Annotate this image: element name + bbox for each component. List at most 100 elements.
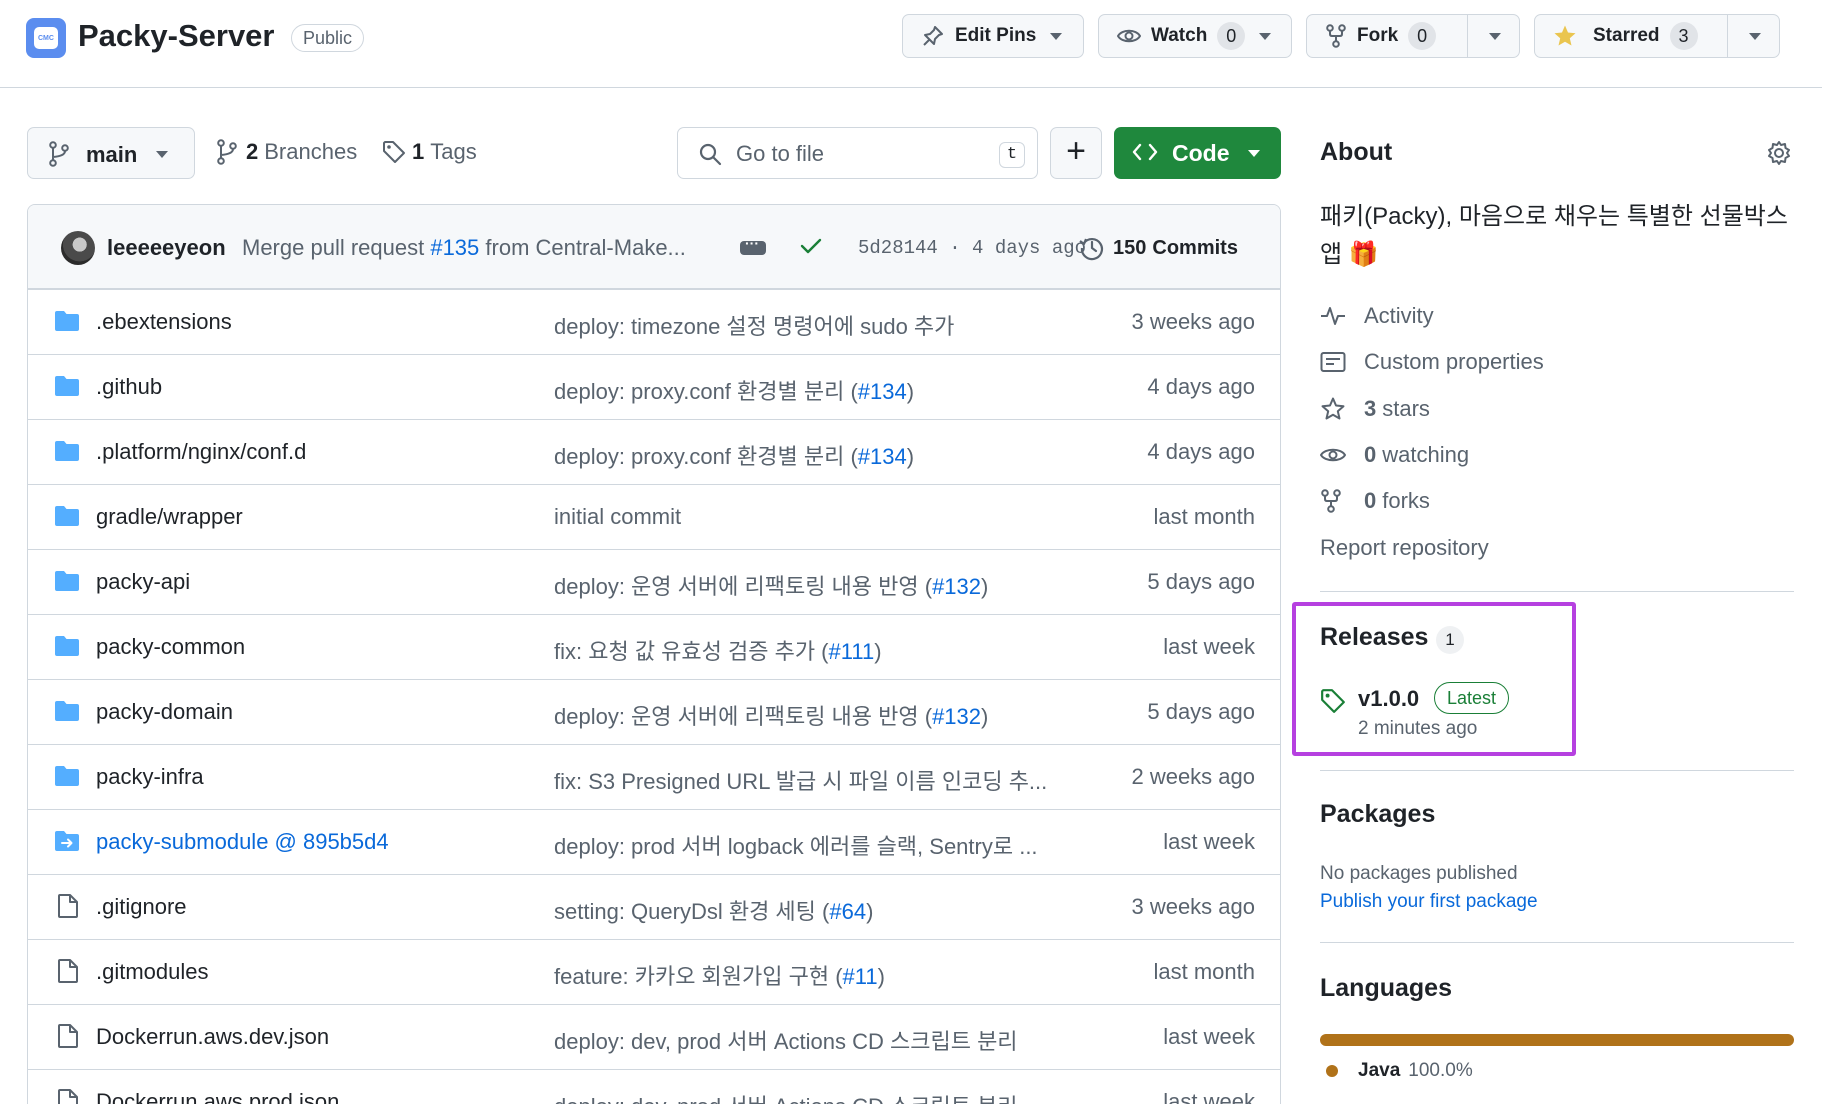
- file-name[interactable]: .gitmodules: [96, 959, 209, 985]
- file-name[interactable]: packy-api: [96, 569, 190, 595]
- table-row[interactable]: Dockerrun.aws.prod.json deploy: dev, prod…: [28, 1069, 1280, 1104]
- file-commit-message[interactable]: feature: 카카오 회원가입 구현 (#11): [554, 959, 885, 991]
- table-row[interactable]: packy-common fix: 요청 값 유효성 검증 추가 (#111) la…: [28, 614, 1280, 679]
- file-commit-message[interactable]: deploy: dev, prod 서버 Actions CD 스크립트 분리: [554, 1089, 1018, 1104]
- sidebar-divider: [1320, 770, 1794, 771]
- tags-count: 1: [412, 139, 425, 164]
- pr-link[interactable]: #134: [858, 379, 907, 404]
- file-name[interactable]: packy-submodule @ 895b5d4: [96, 829, 389, 855]
- file-commit-message[interactable]: initial commit: [554, 504, 681, 530]
- file-commit-time: 4 days ago: [1147, 374, 1255, 399]
- folder-icon: [54, 440, 80, 462]
- table-row[interactable]: packy-submodule @ 895b5d4 deploy: prod 서버…: [28, 809, 1280, 874]
- file-name[interactable]: .ebextensions: [96, 309, 232, 335]
- publish-package-link[interactable]: Publish your first package: [1320, 891, 1538, 913]
- packages-heading[interactable]: Packages: [1320, 800, 1435, 829]
- file-commit-message[interactable]: fix: S3 Presigned URL 발급 시 파일 이름 인코딩 추..…: [554, 764, 1047, 796]
- table-row[interactable]: packy-infra fix: S3 Presigned URL 발급 시 파일…: [28, 744, 1280, 809]
- star-dropdown-icon[interactable]: [1749, 33, 1761, 40]
- commit-author[interactable]: leeeeeyeon: [107, 235, 226, 261]
- table-row[interactable]: packy-api deploy: 운영 서버에 리팩토링 내용 반영 (#132…: [28, 549, 1280, 614]
- watching-count: 0: [1364, 442, 1377, 467]
- file-commit-time: last month: [1153, 504, 1256, 529]
- custom-properties-link[interactable]: Custom properties: [1320, 349, 1544, 375]
- forks-link[interactable]: 0 forks: [1320, 488, 1430, 514]
- star-filled-icon: [1553, 24, 1577, 48]
- file-commit-message[interactable]: fix: 요청 값 유효성 검증 추가 (#111): [554, 634, 882, 666]
- file-commit-message[interactable]: deploy: 운영 서버에 리팩토링 내용 반영 (#132): [554, 569, 988, 601]
- packages-empty-text: No packages published: [1320, 863, 1518, 884]
- check-icon[interactable]: [798, 233, 824, 259]
- starred-button[interactable]: Starred 3: [1534, 14, 1780, 58]
- repo-name[interactable]: Packy-Server: [78, 18, 275, 54]
- report-repository-link[interactable]: Report repository: [1320, 535, 1489, 561]
- folder-icon: [54, 310, 80, 332]
- stars-link[interactable]: 3 stars: [1320, 396, 1430, 422]
- file-commit-message[interactable]: deploy: timezone 설정 명령어에 sudo 추가: [554, 309, 954, 341]
- table-row[interactable]: .gitignore setting: QueryDsl 환경 세팅 (#64) 3…: [28, 874, 1280, 939]
- keyboard-shortcut: t: [999, 142, 1025, 168]
- code-button[interactable]: Code: [1114, 127, 1281, 179]
- table-row[interactable]: Dockerrun.aws.dev.json deploy: dev, prod …: [28, 1004, 1280, 1069]
- branch-selector[interactable]: main: [27, 127, 195, 179]
- commit-message-end: ): [981, 704, 989, 729]
- table-row[interactable]: .ebextensions deploy: timezone 설정 명령어에 su…: [28, 289, 1280, 354]
- file-name[interactable]: Dockerrun.aws.prod.json: [96, 1089, 339, 1104]
- commit-message[interactable]: Merge pull request #135 from Central-Mak…: [242, 235, 686, 261]
- file-name[interactable]: packy-common: [96, 634, 245, 660]
- tag-icon: [382, 140, 406, 164]
- commits-count: 150: [1113, 236, 1147, 259]
- add-file-button[interactable]: +: [1050, 127, 1102, 179]
- file-commit-message[interactable]: deploy: proxy.conf 환경별 분리 (#134): [554, 439, 914, 471]
- file-name[interactable]: .gitignore: [96, 894, 187, 920]
- expand-message-button[interactable]: [740, 235, 766, 255]
- file-name[interactable]: .platform/nginx/conf.d: [96, 439, 306, 465]
- fork-dropdown-icon[interactable]: [1489, 33, 1501, 40]
- commits-history-link[interactable]: 150 Commits: [1079, 235, 1238, 261]
- gear-icon[interactable]: [1766, 140, 1792, 166]
- language-item[interactable]: Java 100.0%: [1326, 1060, 1473, 1082]
- repo-owner-avatar[interactable]: CMC: [26, 18, 66, 58]
- fork-button[interactable]: Fork 0: [1306, 14, 1520, 58]
- pr-link[interactable]: #11: [843, 964, 878, 989]
- file-name[interactable]: Dockerrun.aws.dev.json: [96, 1024, 329, 1050]
- watching-link[interactable]: 0 watching: [1320, 442, 1469, 468]
- file-commit-message[interactable]: deploy: proxy.conf 환경별 분리 (#134): [554, 374, 914, 406]
- branch-icon: [48, 141, 70, 167]
- avatar[interactable]: [61, 231, 95, 265]
- commit-message-end: ): [906, 379, 915, 404]
- file-name[interactable]: packy-domain: [96, 699, 233, 725]
- file-name[interactable]: .github: [96, 374, 162, 400]
- file-commit-message[interactable]: deploy: prod 서버 logback 에러를 슬랙, Sentry로 …: [554, 829, 1038, 861]
- go-to-file-input[interactable]: Go to file t: [677, 127, 1038, 179]
- table-row[interactable]: gradle/wrapper initial commit last month: [28, 484, 1280, 549]
- file-table: leeeeeyeon Merge pull request #135 from …: [27, 204, 1281, 1104]
- pr-link[interactable]: #132: [932, 574, 981, 599]
- file-commit-message[interactable]: setting: QueryDsl 환경 세팅 (#64): [554, 894, 873, 926]
- watch-button[interactable]: Watch 0: [1098, 14, 1292, 58]
- table-row[interactable]: .github deploy: proxy.conf 환경별 분리 (#134) 4…: [28, 354, 1280, 419]
- visibility-badge: Public: [291, 24, 365, 52]
- activity-link[interactable]: Activity: [1320, 303, 1434, 329]
- table-row[interactable]: .gitmodules feature: 카카오 회원가입 구현 (#11) las…: [28, 939, 1280, 1004]
- pr-link[interactable]: #132: [932, 704, 981, 729]
- repo-description: 패키(Packy), 마음으로 채우는 특별한 선물박스 앱 🎁: [1320, 203, 1788, 268]
- commit-pr-link[interactable]: #135: [430, 235, 479, 260]
- file-commit-time: 4 days ago: [1147, 439, 1255, 464]
- file-commit-message[interactable]: deploy: dev, prod 서버 Actions CD 스크립트 분리: [554, 1024, 1018, 1056]
- folder-icon: [54, 375, 80, 397]
- file-name[interactable]: gradle/wrapper: [96, 504, 243, 530]
- pr-link[interactable]: #64: [829, 899, 866, 924]
- file-commit-message[interactable]: deploy: 운영 서버에 리팩토링 내용 반영 (#132): [554, 699, 988, 731]
- language-color-dot: [1326, 1065, 1338, 1077]
- table-row[interactable]: packy-domain deploy: 운영 서버에 리팩토링 내용 반영 (#…: [28, 679, 1280, 744]
- chevron-down-icon: [1259, 32, 1272, 40]
- tags-link[interactable]: 1 Tags: [382, 139, 477, 165]
- edit-pins-button[interactable]: Edit Pins: [902, 14, 1084, 58]
- commit-sha-time[interactable]: 5d28144 · 4 days ago: [858, 237, 1086, 259]
- pr-link[interactable]: #134: [858, 444, 907, 469]
- branches-link[interactable]: 2 Branches: [216, 139, 357, 165]
- file-name[interactable]: packy-infra: [96, 764, 204, 790]
- pr-link[interactable]: #111: [829, 639, 875, 664]
- table-row[interactable]: .platform/nginx/conf.d deploy: proxy.conf…: [28, 419, 1280, 484]
